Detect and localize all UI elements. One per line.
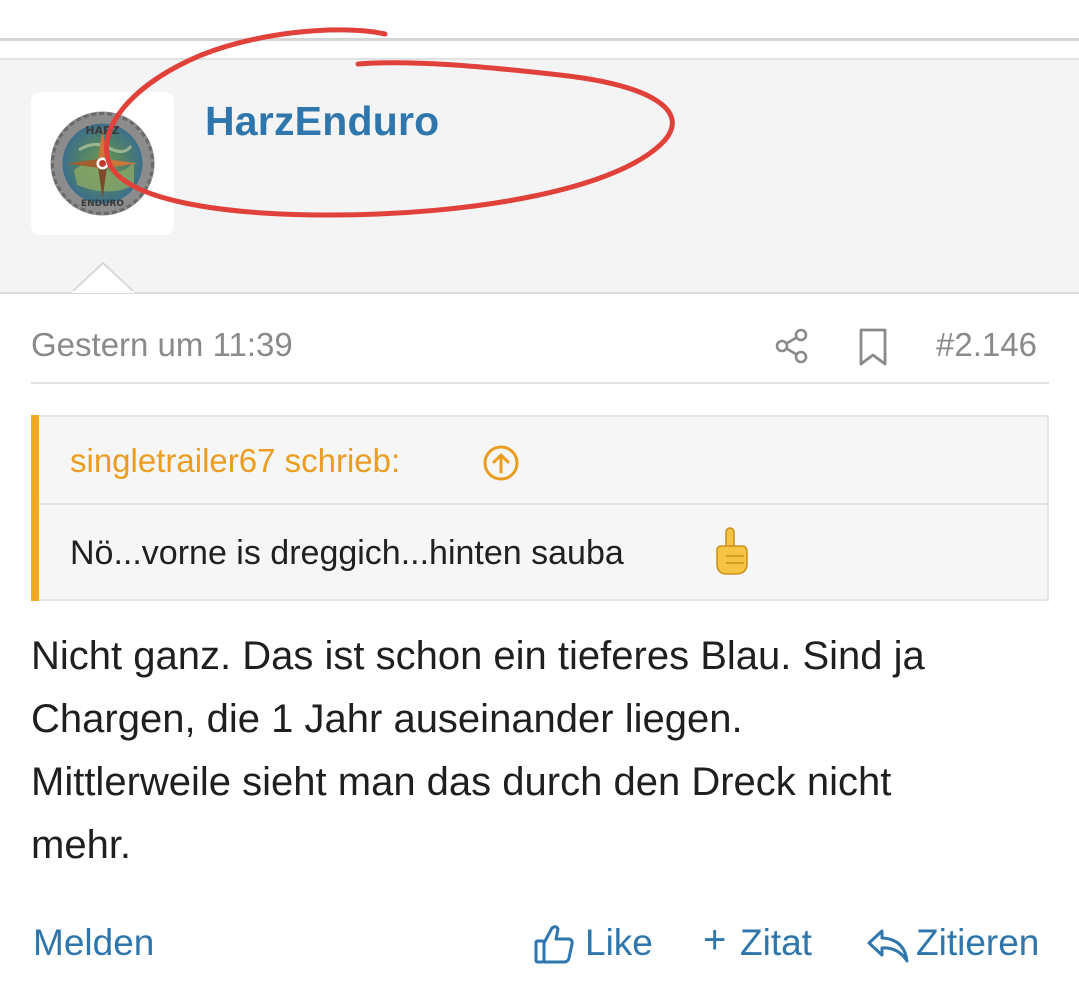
quote-accent-bar xyxy=(31,415,39,601)
post-number-link[interactable]: #2.146 xyxy=(936,326,1037,364)
post-body-line: Chargen, die 1 Jahr auseinander liegen. xyxy=(31,697,743,741)
report-link[interactable]: Melden xyxy=(33,922,154,964)
top-bar xyxy=(0,0,1079,38)
avatar[interactable]: HARZ ENDURO xyxy=(49,110,156,217)
post-body-line: mehr. xyxy=(31,823,132,867)
header-notch xyxy=(72,261,134,293)
top-divider xyxy=(0,38,1079,41)
author-name-link[interactable]: HarzEnduro xyxy=(205,98,439,145)
bookmark-icon[interactable] xyxy=(858,328,888,366)
avatar-container[interactable]: HARZ ENDURO xyxy=(31,92,174,235)
reply-button[interactable]: Zitieren xyxy=(916,922,1039,964)
like-button[interactable]: Like xyxy=(585,922,653,964)
plus-icon[interactable]: + xyxy=(703,918,726,963)
post-timestamp[interactable]: Gestern um 11:39 xyxy=(31,326,293,364)
post-body: Nicht ganz. Das ist schon ein tieferes B… xyxy=(31,625,1049,877)
reply-icon[interactable] xyxy=(866,925,910,965)
share-icon[interactable] xyxy=(774,328,810,364)
post-body-line: Mittlerweile sieht man das durch den Dre… xyxy=(31,760,892,804)
thumbs-up-icon[interactable] xyxy=(533,923,575,965)
quote-text: Nö...vorne is dreggich...hinten sauba xyxy=(70,534,624,572)
multi-quote-button[interactable]: Zitat xyxy=(740,922,812,964)
quote-author[interactable]: singletrailer67 schrieb: xyxy=(70,442,400,480)
avatar-text-bottom: ENDURO xyxy=(81,199,124,209)
avatar-text-top: HARZ xyxy=(85,124,119,137)
arrow-up-circle-icon[interactable] xyxy=(482,444,520,482)
index-pointing-up-emoji-icon xyxy=(716,527,748,575)
meta-divider xyxy=(31,382,1049,384)
post-body-line: Nicht ganz. Das ist schon ein tieferes B… xyxy=(31,634,925,678)
quote-divider xyxy=(39,503,1047,505)
